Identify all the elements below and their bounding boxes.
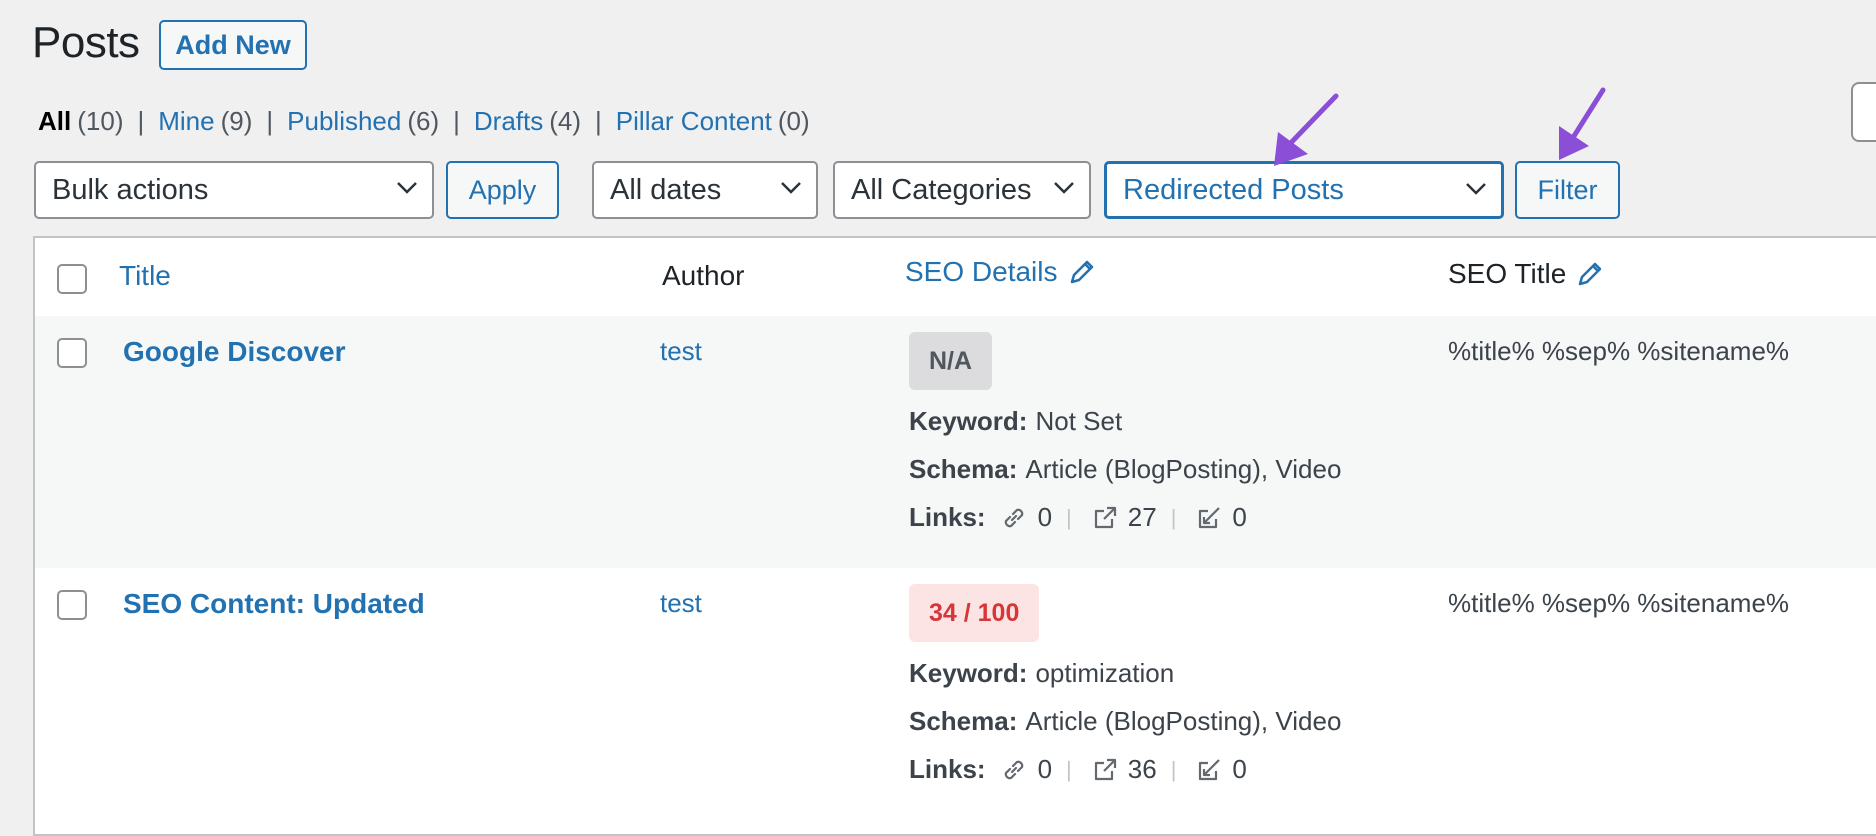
arrow-annotation-icon — [1559, 87, 1606, 160]
filter-button[interactable]: Filter — [1515, 161, 1620, 219]
table-row: SEO Content: Updated test 34 / 100 Keywo… — [35, 568, 1876, 820]
dates-select[interactable]: All dates — [592, 161, 818, 219]
categories-select[interactable]: All Categories — [833, 161, 1091, 219]
screen-options-box[interactable] — [1851, 82, 1876, 142]
seo-title-value: %title% %sep% %sitename% — [1448, 336, 1790, 366]
select-all-checkbox[interactable] — [57, 264, 87, 294]
column-author: Author — [662, 260, 745, 292]
post-title-link[interactable]: Google Discover — [123, 336, 346, 368]
bulk-actions-select[interactable]: Bulk actions — [34, 161, 434, 219]
redirect-filter-value: Redirected Posts — [1123, 173, 1344, 206]
dates-value: All dates — [610, 173, 722, 206]
keyword-value: optimization — [1035, 658, 1175, 688]
links-separator: | — [1066, 756, 1072, 782]
post-author-link[interactable]: test — [660, 336, 702, 367]
views-separator: | — [266, 106, 274, 136]
post-title-link[interactable]: SEO Content: Updated — [123, 588, 425, 620]
post-author-link[interactable]: test — [660, 588, 702, 619]
incoming-links-count: 0 — [1232, 502, 1247, 532]
post-status-views: All (10) | Mine (9) | Published (6) | Draft… — [38, 106, 810, 137]
incoming-link-icon — [1196, 757, 1222, 783]
internal-links-count: 0 — [1037, 502, 1053, 532]
column-seo-title: SEO Title — [1448, 258, 1604, 290]
chevron-down-icon — [397, 182, 417, 194]
link-icon — [1000, 756, 1028, 784]
external-link-icon — [1092, 757, 1118, 783]
view-published[interactable]: Published (6) — [287, 106, 439, 137]
column-title-label: Title — [119, 260, 171, 291]
row-checkbox[interactable] — [57, 338, 87, 368]
apply-button[interactable]: Apply — [446, 161, 559, 219]
views-separator: | — [137, 106, 145, 136]
pencil-icon[interactable] — [1068, 258, 1096, 286]
links-line: Links: 0 | 27 | 0 — [909, 502, 1247, 533]
view-all[interactable]: All (10) — [38, 106, 123, 137]
keyword-label: Keyword: — [909, 406, 1028, 436]
view-pillar-content[interactable]: Pillar Content (0) — [616, 106, 810, 137]
links-label: Links: — [909, 502, 986, 532]
link-icon — [1000, 504, 1028, 532]
keyword-line: Keyword: optimization — [909, 658, 1174, 689]
links-line: Links: 0 | 36 | 0 — [909, 754, 1247, 785]
external-links-count: 36 — [1127, 754, 1157, 784]
categories-value: All Categories — [851, 173, 1032, 206]
page-title: Posts — [32, 18, 140, 67]
views-separator: | — [453, 106, 460, 136]
add-new-button[interactable]: Add New — [159, 20, 307, 70]
schema-line: Schema: Article (BlogPosting), Video — [909, 454, 1341, 485]
chevron-down-icon — [781, 182, 801, 194]
schema-line: Schema: Article (BlogPosting), Video — [909, 706, 1341, 737]
links-separator: | — [1170, 504, 1177, 530]
schema-value: Article (BlogPosting), Video — [1025, 706, 1342, 736]
bulk-actions-value: Bulk actions — [52, 173, 209, 206]
internal-links-count: 0 — [1037, 754, 1053, 784]
column-seo-details-label: SEO Details — [905, 256, 1058, 287]
pencil-icon[interactable] — [1576, 260, 1604, 288]
links-separator: | — [1066, 504, 1072, 530]
views-separator: | — [595, 106, 602, 136]
keyword-label: Keyword: — [909, 658, 1028, 688]
schema-value: Article (BlogPosting), Video — [1025, 454, 1342, 484]
column-seo-details[interactable]: SEO Details — [905, 256, 1096, 288]
arrow-annotation-icon — [1274, 93, 1339, 166]
links-separator: | — [1170, 756, 1177, 782]
schema-label: Schema: — [909, 454, 1018, 484]
view-drafts[interactable]: Drafts (4) — [474, 106, 581, 137]
column-title[interactable]: Title — [119, 260, 171, 292]
links-label: Links: — [909, 754, 986, 784]
view-mine[interactable]: Mine (9) — [158, 106, 252, 137]
incoming-links-count: 0 — [1232, 754, 1247, 784]
column-seo-title-label: SEO Title — [1448, 258, 1567, 289]
seo-score-badge: N/A — [909, 332, 993, 390]
table-row: Google Discover test N/A Keyword: Not Set… — [35, 316, 1876, 568]
chevron-down-icon — [1466, 183, 1486, 195]
row-checkbox[interactable] — [57, 590, 87, 620]
seo-title-value: %title% %sep% %sitename% — [1448, 588, 1790, 618]
chevron-down-icon — [1054, 182, 1074, 194]
keyword-value: Not Set — [1035, 406, 1123, 436]
column-author-label: Author — [662, 260, 745, 291]
seo-score-badge: 34 / 100 — [909, 584, 1040, 642]
incoming-link-icon — [1196, 505, 1222, 531]
external-link-icon — [1092, 505, 1118, 531]
keyword-line: Keyword: Not Set — [909, 406, 1122, 437]
schema-label: Schema: — [909, 706, 1018, 736]
table-header: Title Author SEO Details SEO Title — [35, 238, 1876, 318]
posts-table: Title Author SEO Details SEO Title Googl… — [33, 236, 1876, 836]
external-links-count: 27 — [1127, 502, 1157, 532]
